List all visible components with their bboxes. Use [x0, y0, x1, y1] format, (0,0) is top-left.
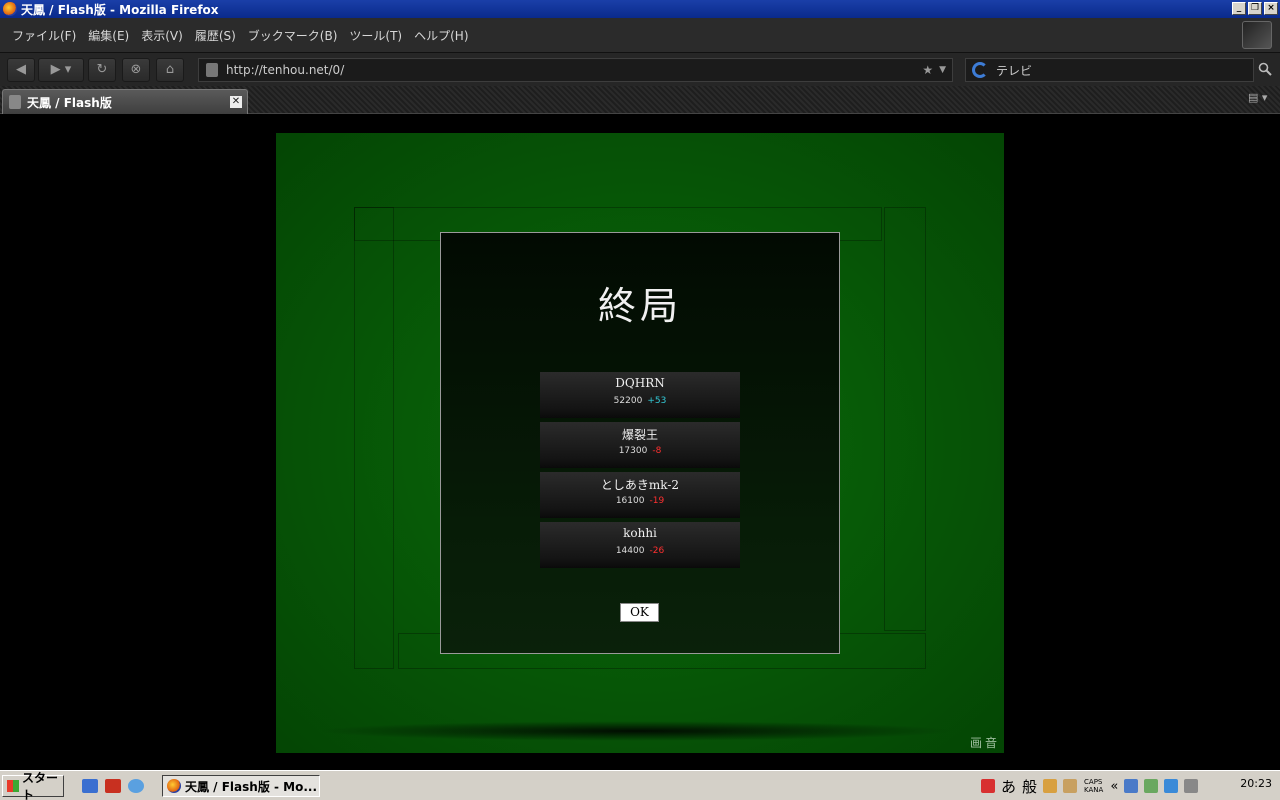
network-connection-icon[interactable] [1164, 779, 1179, 793]
search-text[interactable]: テレビ [996, 62, 1032, 79]
show-desktop-icon[interactable] [82, 779, 98, 793]
firefox-icon [3, 2, 17, 16]
player-score: 16100 [615, 496, 645, 506]
player-result: kohhi 14400 -26 [540, 522, 740, 568]
back-arrow-icon: ◀ [16, 62, 26, 77]
home-button[interactable]: ⌂ [156, 58, 184, 82]
tray-expand-icon[interactable]: « [1110, 779, 1118, 794]
taskbar-firefox-window[interactable]: 天鳳 / Flash版 - Mo... [162, 775, 320, 797]
ime-tool-icon[interactable] [1063, 779, 1078, 793]
quicklaunch-app-icon[interactable] [105, 779, 121, 793]
player-score-line: 52200 +53 [540, 396, 740, 406]
windows-flag-icon [7, 780, 19, 792]
tab-strip: 天鳳 / Flash版 ✕ ▤ ▾ [0, 86, 1280, 114]
home-icon: ⌂ [165, 62, 175, 77]
task-label: 天鳳 / Flash版 - Mo... [185, 779, 318, 794]
player-score: 52200 [613, 396, 643, 406]
network-icon[interactable] [1124, 779, 1139, 793]
clock: 20:23 [1240, 777, 1272, 790]
tab-close-icon[interactable]: ✕ [230, 96, 242, 108]
navigation-toolbar: ◀ ▶ ▾ ↻ ⊗ ⌂ http://tenhou.net/0/ ★ ▼ テレビ [0, 52, 1280, 86]
back-button[interactable]: ◀ [7, 58, 35, 82]
device-icon[interactable] [1144, 779, 1159, 793]
reload-button[interactable]: ↻ [88, 58, 116, 82]
url-text[interactable]: http://tenhou.net/0/ [226, 63, 922, 77]
system-tray: あ 般 CAPS KANA « [978, 774, 1278, 798]
caps-label: CAPS [1084, 778, 1103, 786]
player-name: としあきmk-2 [600, 478, 680, 492]
player-score-line: 16100 -19 [540, 496, 740, 506]
player-delta: -19 [649, 496, 665, 506]
start-label: スタート [21, 771, 58, 800]
tab-title: 天鳳 / Flash版 [27, 95, 112, 110]
player-result: DQHRN 52200 +53 [540, 372, 740, 418]
search-engine-icon[interactable] [972, 62, 988, 78]
url-bar[interactable]: http://tenhou.net/0/ ★ ▼ [198, 58, 953, 82]
firefox-icon [167, 779, 181, 793]
player-score: 17300 [618, 446, 648, 456]
volume-icon[interactable] [1184, 779, 1199, 793]
stop-icon: ⊗ [130, 62, 142, 77]
stop-button[interactable]: ⊗ [122, 58, 150, 82]
player-name: kohhi [623, 526, 657, 540]
forward-button[interactable]: ▶ ▾ [38, 58, 84, 82]
flash-game-area[interactable]: 画音 終局 DQHRN 52200 +53 爆裂王 17300 -8 としあきmk-… [276, 133, 1004, 753]
caps-kana-indicator: CAPS KANA [1084, 778, 1103, 794]
start-button[interactable]: スタート [2, 771, 64, 800]
table-shadow [316, 721, 956, 741]
player-delta: -26 [649, 546, 665, 556]
minimize-button[interactable]: _ [1232, 2, 1246, 15]
end-game-dialog: 終局 DQHRN 52200 +53 爆裂王 17300 -8 としあきmk-2 1… [440, 232, 840, 654]
player-score-line: 17300 -8 [540, 446, 740, 456]
reload-icon: ↻ [96, 62, 108, 77]
close-button[interactable]: × [1264, 2, 1278, 15]
player-name: DQHRN [615, 376, 665, 390]
player-result: 爆裂王 17300 -8 [540, 422, 740, 468]
player-result: としあきmk-2 16100 -19 [540, 472, 740, 518]
table-frame-left [354, 207, 394, 669]
ime-toolbar-icon[interactable] [981, 779, 995, 793]
ime-pad-icon[interactable] [1043, 779, 1058, 793]
tab-favicon-icon [9, 95, 21, 109]
page-content: 画音 終局 DQHRN 52200 +53 爆裂王 17300 -8 としあきmk-… [0, 115, 1280, 770]
ok-button[interactable]: OK [620, 603, 659, 622]
menu-file[interactable]: ファイル(F) [6, 27, 82, 44]
kana-label: KANA [1084, 786, 1104, 794]
persona-avatar[interactable] [1242, 21, 1272, 49]
menu-view[interactable]: 表示(V) [135, 27, 189, 44]
window-controls: _ ❐ × [1232, 2, 1278, 15]
search-icon[interactable] [1258, 62, 1272, 76]
window-title-bar: 天鳳 / Flash版 - Mozilla Firefox _ ❐ × [0, 0, 1280, 18]
tab-tenhou[interactable]: 天鳳 / Flash版 ✕ [2, 89, 248, 114]
menu-bar: ファイル(F) 編集(E) 表示(V) 履歴(S) ブックマーク(B) ツール(… [0, 18, 1280, 52]
url-dropdown-icon[interactable]: ▼ [939, 65, 946, 75]
site-favicon-icon [206, 63, 218, 77]
ime-hiragana-indicator[interactable]: あ [1001, 776, 1016, 797]
player-delta: +53 [647, 396, 667, 406]
menu-tools[interactable]: ツール(T) [343, 27, 408, 44]
bookmark-star-icon[interactable]: ★ [922, 63, 933, 77]
taskbar: スタート 天鳳 / Flash版 - Mo... あ 般 CAPS KANA «… [0, 770, 1280, 800]
player-name: 爆裂王 [621, 428, 658, 442]
menu-edit[interactable]: 編集(E) [82, 27, 135, 44]
dialog-title: 終局 [597, 284, 682, 328]
itunes-icon[interactable] [128, 779, 144, 793]
ime-mode-indicator[interactable]: 般 [1022, 776, 1037, 797]
tab-list-icon[interactable]: ▤ ▾ [1248, 91, 1274, 109]
player-score-line: 14400 -26 [540, 546, 740, 556]
player-score: 14400 [615, 546, 645, 556]
forward-arrow-icon: ▶ ▾ [50, 62, 72, 77]
player-delta: -8 [652, 446, 662, 456]
menu-history[interactable]: 履歴(S) [189, 27, 242, 44]
menu-help[interactable]: ヘルプ(H) [408, 27, 474, 44]
sound-visual-toggle[interactable]: 画音 [970, 734, 1000, 751]
table-frame-right [884, 207, 926, 631]
search-bar[interactable]: テレビ [965, 58, 1254, 82]
menu-bookmarks[interactable]: ブックマーク(B) [242, 27, 344, 44]
window-title: 天鳳 / Flash版 - Mozilla Firefox [21, 2, 219, 17]
restore-button[interactable]: ❐ [1248, 2, 1262, 15]
